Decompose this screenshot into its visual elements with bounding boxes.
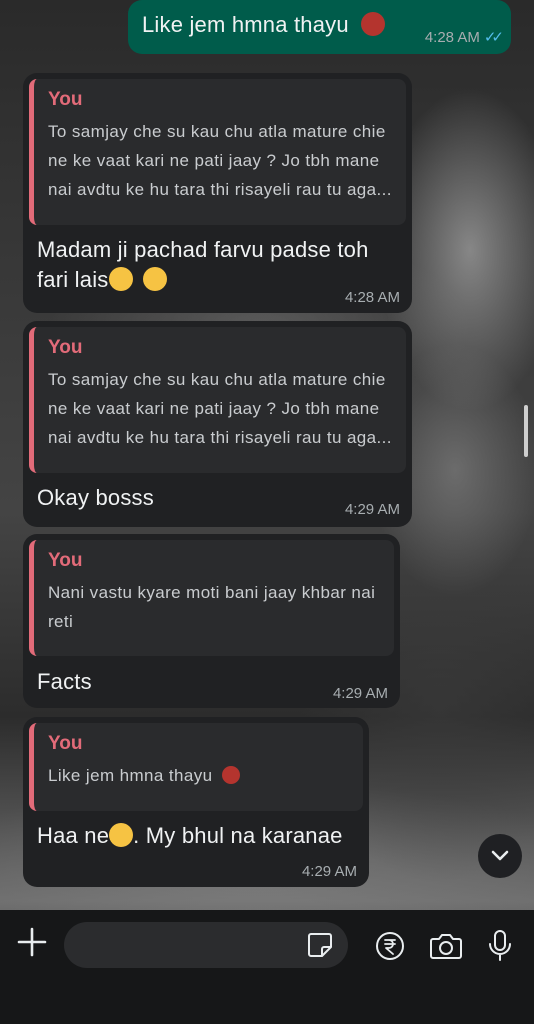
plus-icon[interactable] (16, 926, 48, 958)
message-line-with-emoji: fari lais (37, 265, 369, 295)
quote-line: reti (48, 612, 74, 631)
sticker-icon[interactable] (306, 931, 334, 959)
scrollbar[interactable] (524, 405, 528, 457)
camera-button[interactable] (428, 928, 464, 964)
message-text-content: Like jem hmna thayu (142, 12, 349, 37)
quote-line: To samjay che su kau chu atla mature chi… (48, 122, 386, 141)
quote-line: ne ke vaat kari ne pati jaay ? Jo tbh ma… (48, 151, 380, 170)
quote-author: You (48, 733, 83, 754)
message-time: 4:29 AM (301, 863, 357, 880)
devil-face-emoji (361, 12, 386, 36)
message-text-part: Haa ne (37, 823, 110, 848)
quoted-message[interactable]: You To samjay che su kau chu atla mature… (29, 327, 406, 473)
chat-area: Like jem hmna thayu 4:28 AM ✓✓ You To sam… (0, 0, 534, 910)
message-time: 4:28 AM (344, 289, 400, 306)
quote-author: You (48, 89, 83, 110)
quote-text: Like jem hmna thayu (48, 761, 349, 790)
quote-line: nai avdtu ke hu tara thi risayeli rau tu… (48, 180, 392, 199)
message-text: Okay bosss (37, 485, 154, 510)
message-line: Madam ji pachad farvu padse toh (37, 237, 369, 262)
message-time: 4:29 AM (344, 501, 400, 518)
grinning-sweat-emoji (109, 823, 134, 847)
incoming-message-bubble[interactable]: You Nani vastu kyare moti bani jaay khba… (23, 534, 400, 708)
quote-line: Nani vastu kyare moti bani jaay khbar na… (48, 583, 376, 602)
devil-face-emoji (221, 766, 240, 784)
outgoing-message-bubble[interactable]: Like jem hmna thayu 4:28 AM ✓✓ (128, 0, 511, 54)
camera-icon (430, 934, 462, 959)
quote-author: You (48, 337, 83, 358)
message-text-part: . My bhul na karanae (133, 823, 343, 848)
quoted-message[interactable]: You Like jem hmna thayu (29, 723, 363, 811)
quote-text: To samjay che su kau chu atla mature chi… (48, 365, 392, 452)
message-time: 4:28 AM ✓✓ (424, 28, 504, 46)
quoted-message[interactable]: You To samjay che su kau chu atla mature… (29, 79, 406, 225)
message-time: 4:29 AM (332, 685, 388, 702)
microphone-icon (489, 930, 511, 961)
scroll-to-bottom-button[interactable] (478, 834, 522, 878)
message-text: Facts (37, 669, 92, 694)
quote-line: Like jem hmna thayu (48, 766, 213, 785)
incoming-message-bubble[interactable]: You To samjay che su kau chu atla mature… (23, 73, 412, 313)
incoming-message-bubble[interactable]: You To samjay che su kau chu atla mature… (23, 321, 412, 527)
quote-author: You (48, 550, 83, 571)
quote-line: nai avdtu ke hu tara thi risayeli rau tu… (48, 428, 392, 447)
message-text: Like jem hmna thayu (142, 10, 386, 40)
melting-face-emoji (142, 267, 167, 291)
message-text: Madam ji pachad farvu padse toh fari lai… (37, 235, 369, 295)
incoming-message-bubble[interactable]: You Like jem hmna thayu Haa ne . My bhul … (23, 717, 369, 887)
microphone-button[interactable] (482, 928, 518, 964)
melting-face-emoji (108, 267, 133, 291)
quoted-message[interactable]: You Nani vastu kyare moti bani jaay khba… (29, 540, 394, 656)
quote-line: ne ke vaat kari ne pati jaay ? Jo tbh ma… (48, 399, 380, 418)
message-text: Haa ne . My bhul na karanae (37, 821, 343, 851)
chevron-down-icon (491, 850, 509, 861)
quote-text: Nani vastu kyare moti bani jaay khbar na… (48, 578, 380, 636)
message-line: fari lais (37, 267, 109, 292)
rupee-payment-button[interactable] (372, 928, 408, 964)
rupee-payment-icon (376, 932, 404, 960)
quote-line: To samjay che su kau chu atla mature chi… (48, 370, 386, 389)
read-receipt-icon: ✓✓ (483, 29, 504, 46)
message-time-text: 4:28 AM (424, 29, 480, 46)
quote-text: To samjay che su kau chu atla mature chi… (48, 117, 392, 204)
